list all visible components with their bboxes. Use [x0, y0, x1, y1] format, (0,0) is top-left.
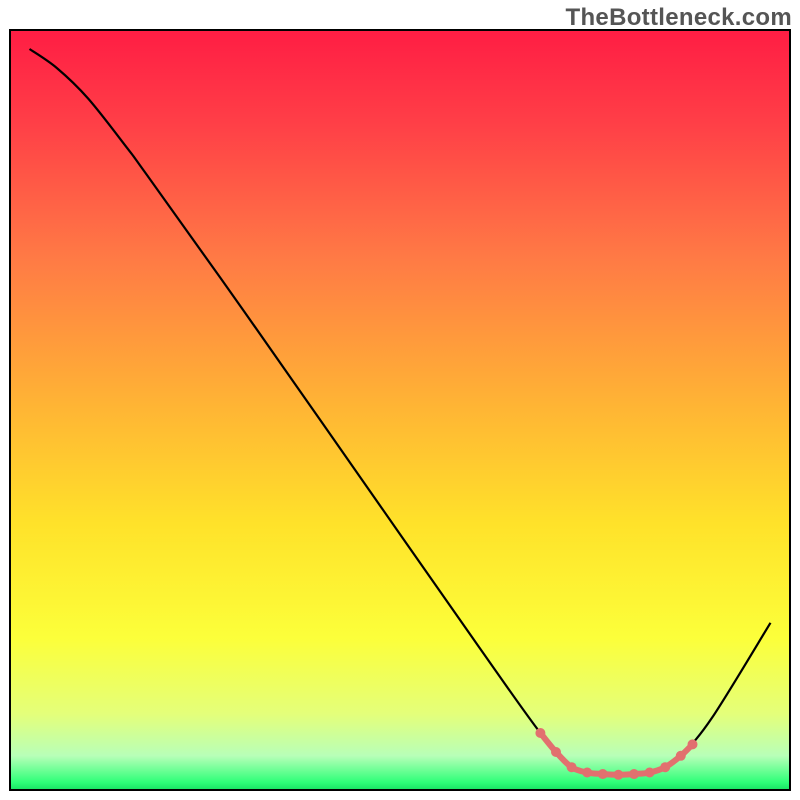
bottleneck-plot: [0, 0, 800, 800]
optimal-zone-dot: [598, 769, 608, 779]
optimal-zone-dot: [645, 768, 655, 778]
gradient-background: [10, 30, 790, 790]
optimal-zone-dot: [582, 768, 592, 778]
optimal-zone-dot: [567, 762, 577, 772]
optimal-zone-dot: [660, 762, 670, 772]
optimal-zone-dot: [676, 751, 686, 761]
watermark-label: TheBottleneck.com: [566, 4, 792, 32]
optimal-zone-dot: [613, 770, 623, 780]
optimal-zone-dot: [535, 728, 545, 738]
optimal-zone-dot: [551, 747, 561, 757]
optimal-zone-dot: [688, 739, 698, 749]
chart-container: TheBottleneck.com: [0, 0, 800, 800]
optimal-zone-dot: [629, 769, 639, 779]
